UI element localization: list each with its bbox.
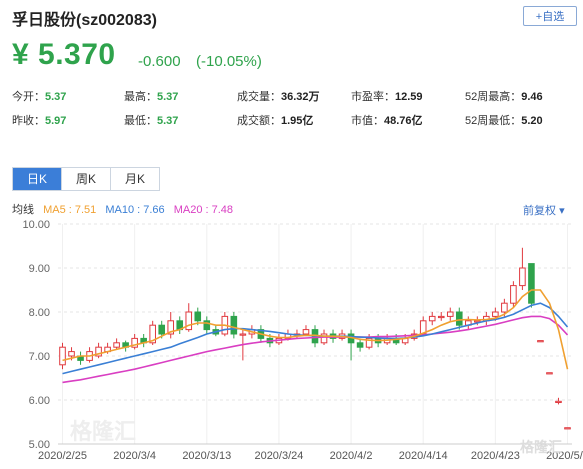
- x-tick-label: 2020/2/25: [38, 450, 87, 462]
- stat-item: 52周最高：9.46: [465, 88, 543, 104]
- kline-chart: 5.006.007.008.009.0010.002020/2/25 2020/3…: [22, 219, 583, 462]
- y-tick-label: 7.00: [29, 351, 50, 363]
- stat-label: 市值：: [351, 115, 384, 127]
- candle-body: [203, 320, 211, 331]
- candle-body: [446, 311, 454, 317]
- candle-body: [455, 311, 463, 326]
- stat-label: 52周最低：: [465, 115, 522, 127]
- current-price: ¥ 5.370: [12, 38, 116, 71]
- stat-value: 5.37: [157, 115, 179, 127]
- stat-item: 市值：48.76亿: [351, 112, 423, 128]
- candle-body: [194, 311, 202, 322]
- stat-item: 成交额：1.95亿: [237, 112, 313, 128]
- stat-value: 5.37: [157, 91, 179, 103]
- stat-label: 最高：: [124, 91, 157, 103]
- stat-value: 5.37: [45, 91, 67, 103]
- stat-value: 9.46: [521, 91, 543, 103]
- stat-item: 最低：5.37: [124, 112, 178, 128]
- stat-label: 成交量：: [237, 91, 281, 103]
- stat-item: 52周最低：5.20: [465, 112, 543, 128]
- candle-body: [113, 342, 120, 348]
- stat-label: 最低：: [124, 115, 157, 127]
- x-tick-label: 2020/4/23: [471, 450, 520, 462]
- add-watchlist-button[interactable]: +自选: [523, 6, 577, 26]
- stat-item: 成交量：36.32万: [237, 88, 320, 104]
- candle-body: [302, 329, 310, 335]
- x-tick-label: 2020/3/4: [113, 450, 156, 462]
- stat-item: 今开：5.37: [12, 88, 66, 104]
- x-tick-label: 2020/4/2: [330, 450, 373, 462]
- candle-body: [68, 351, 75, 357]
- candle-body: [564, 427, 571, 430]
- price-change: -0.600: [138, 53, 181, 70]
- candle-body: [239, 333, 247, 336]
- candle-body: [501, 302, 508, 313]
- candle-body: [492, 311, 499, 317]
- x-tick-label: 2020/4/14: [399, 450, 448, 462]
- period-tabs: 日K 周K 月K: [12, 167, 160, 191]
- candle-body: [537, 340, 544, 343]
- tab-monthly-k[interactable]: 月K: [111, 168, 159, 190]
- candle-body: [356, 342, 364, 348]
- y-tick-label: 10.00: [22, 219, 50, 231]
- watermark-logo-text: 格隆汇: [520, 439, 562, 456]
- stat-label: 市盈率：: [351, 91, 395, 103]
- candle-body: [59, 346, 66, 366]
- stat-value: 1.95亿: [281, 115, 314, 127]
- stat-value: 5.20: [521, 115, 543, 127]
- candle-body: [519, 267, 526, 287]
- candle-body: [230, 315, 238, 335]
- candle-body: [555, 400, 562, 404]
- stat-label: 今开：: [12, 91, 45, 103]
- candle-body: [428, 315, 436, 322]
- stat-value: 5.97: [45, 115, 67, 127]
- candle-body: [158, 324, 165, 335]
- candle-body: [437, 315, 445, 319]
- watermark-text: 格隆汇: [70, 419, 136, 445]
- stat-value: 36.32万: [281, 91, 320, 103]
- tab-daily-k[interactable]: 日K: [13, 168, 62, 190]
- tab-weekly-k[interactable]: 周K: [62, 168, 111, 190]
- stat-value: 48.76亿: [384, 115, 423, 127]
- candle-body: [510, 285, 517, 304]
- stat-label: 成交额：: [237, 115, 281, 127]
- y-tick-label: 9.00: [29, 263, 50, 275]
- stat-label: 昨收：: [12, 115, 45, 127]
- x-tick-label: 2020/3/13: [182, 450, 231, 462]
- candle-body: [546, 372, 553, 375]
- stat-label: 52周最高：: [465, 91, 522, 103]
- x-tick-label: 2020/3/24: [254, 450, 303, 462]
- y-tick-label: 8.00: [29, 307, 50, 319]
- candle-body: [528, 263, 535, 304]
- price-change-percent: (-10.05%): [196, 53, 262, 70]
- stat-item: 昨收：5.97: [12, 112, 66, 128]
- stat-item: 市盈率：12.59: [351, 88, 423, 104]
- stat-value: 12.59: [395, 91, 423, 103]
- stat-item: 最高：5.37: [124, 88, 178, 104]
- y-tick-label: 6.00: [29, 395, 50, 407]
- stock-title: 孚日股份(sz002083): [12, 12, 157, 29]
